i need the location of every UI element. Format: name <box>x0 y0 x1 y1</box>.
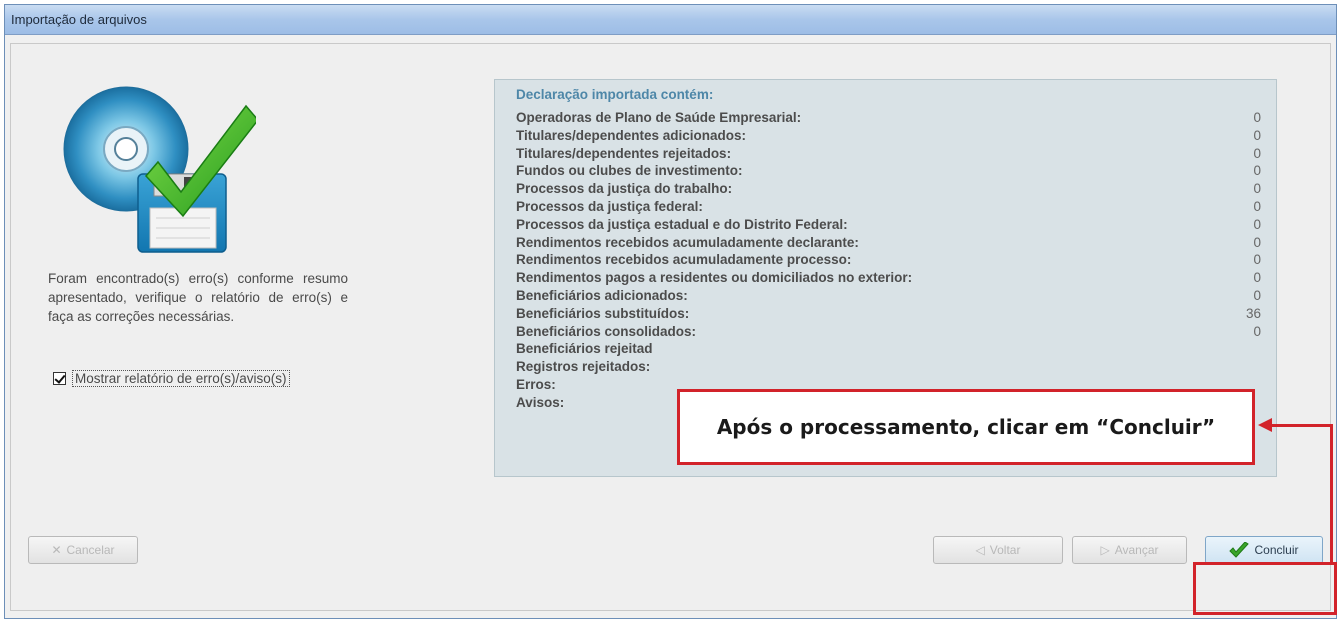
summary-row: Registros rejeitados: <box>516 359 1261 376</box>
back-button[interactable]: ◁ Voltar <box>933 536 1063 564</box>
summary-row-value: 0 <box>1253 199 1261 214</box>
summary-row-label: Processos da justiça federal: <box>516 199 703 214</box>
summary-row: Operadoras de Plano de Saúde Empresarial… <box>516 110 1261 127</box>
next-button[interactable]: ▷ Avançar <box>1072 536 1187 564</box>
cancel-label: Cancelar <box>66 543 115 557</box>
summary-row-label: Rendimentos pagos a residentes ou domici… <box>516 270 913 286</box>
summary-row-label: Fundos ou clubes de investimento: <box>516 163 743 179</box>
dialog-content: Foram encontrado(s) erro(s) conforme res… <box>11 44 1330 552</box>
window-title: Importação de arquivos <box>11 12 147 27</box>
summary-row-label: Rendimentos recebidos acumuladamente pro… <box>516 252 852 268</box>
dialog-body: Foram encontrado(s) erro(s) conforme res… <box>10 43 1331 611</box>
summary-row-value: 0 <box>1253 288 1261 303</box>
button-bar <box>11 567 1330 611</box>
summary-row: Processos da justiça federal: 0 <box>516 199 1261 216</box>
show-report-checkbox-row[interactable]: Mostrar relatório de erro(s)/aviso(s) <box>53 370 290 387</box>
checkmark-icon <box>1229 542 1250 558</box>
disk-success-icon <box>63 86 256 253</box>
summary-row-label: Processos da justiça do trabalho: <box>516 181 733 197</box>
summary-row-value: 0 <box>1253 163 1261 179</box>
summary-row-value: 36 <box>1245 305 1261 321</box>
summary-row-label: Avisos: <box>516 394 565 410</box>
summary-row-label: Erros: <box>516 377 556 392</box>
finish-label: Concluir <box>1254 543 1299 557</box>
summary-row: Beneficiários consolidados: 0 <box>516 324 1261 341</box>
summary-row: Titulares/dependentes adicionados: 0 <box>516 128 1261 145</box>
summary-row-label: Titulares/dependentes adicionados: <box>516 127 747 143</box>
next-label: Avançar <box>1114 543 1159 557</box>
summary-row-value: 0 <box>1253 216 1261 232</box>
summary-row: Titulares/dependentes rejeitados: 0 <box>516 146 1261 163</box>
cancel-icon: ✕ <box>51 543 62 557</box>
summary-row-value: 0 <box>1253 127 1261 143</box>
summary-row: Beneficiários adicionados: 0 <box>516 288 1261 305</box>
error-message: Foram encontrado(s) erro(s) conforme res… <box>48 271 348 324</box>
annotation-connector-vertical <box>1330 424 1333 564</box>
summary-row-label: Beneficiários consolidados: <box>516 323 697 339</box>
back-label: Voltar <box>989 543 1021 557</box>
show-report-checkbox[interactable] <box>53 372 66 385</box>
summary-row: Fundos ou clubes de investimento: 0 <box>516 163 1261 180</box>
summary-row-label: Beneficiários substituídos: <box>516 305 690 321</box>
cancel-button[interactable]: ✕ Cancelar <box>28 536 138 564</box>
summary-row: Beneficiários substituídos: 36 <box>516 306 1261 323</box>
annotation-callout: Após o processamento, clicar em “Conclui… <box>677 389 1255 465</box>
back-arrow-icon: ◁ <box>975 543 985 557</box>
summary-row-value: 0 <box>1253 252 1261 268</box>
finish-button-highlight <box>1193 562 1337 615</box>
summary-row: Rendimentos recebidos acumuladamente dec… <box>516 235 1261 252</box>
next-arrow-icon: ▷ <box>1100 543 1110 557</box>
summary-row-value: 0 <box>1253 181 1261 197</box>
summary-row: Rendimentos pagos a residentes ou domici… <box>516 270 1261 287</box>
summary-row-label: Processos da justiça estadual e do Distr… <box>516 216 848 232</box>
summary-row-value: 0 <box>1253 270 1261 286</box>
annotation-connector-horizontal <box>1270 424 1333 427</box>
summary-row-label: Registros rejeitados: <box>516 359 651 375</box>
summary-row: Rendimentos recebidos acumuladamente pro… <box>516 252 1261 269</box>
summary-row-value: 0 <box>1253 234 1261 250</box>
summary-row-label: Operadoras de Plano de Saúde Empresarial… <box>516 110 802 125</box>
summary-row-label: Beneficiários rejeitad <box>516 341 653 357</box>
summary-row-value: 0 <box>1253 323 1261 339</box>
summary-row-value: 0 <box>1253 145 1261 161</box>
summary-row-value: 0 <box>1253 110 1261 125</box>
import-window: Importação de arquivos Foram encontrado(… <box>4 4 1337 619</box>
annotation-arrow-icon <box>1258 418 1272 432</box>
title-bar[interactable]: Importação de arquivos <box>5 5 1336 35</box>
summary-row-label: Titulares/dependentes rejeitados: <box>516 145 732 161</box>
summary-row: Processos da justiça do trabalho: 0 <box>516 181 1261 198</box>
finish-button[interactable]: Concluir <box>1205 536 1323 564</box>
summary-row: Processos da justiça estadual e do Distr… <box>516 217 1261 234</box>
show-report-label[interactable]: Mostrar relatório de erro(s)/aviso(s) <box>72 370 290 387</box>
summary-row: Beneficiários rejeitad <box>516 341 1261 358</box>
summary-row-label: Beneficiários adicionados: <box>516 288 688 303</box>
summary-row-label: Rendimentos recebidos acumuladamente dec… <box>516 234 859 250</box>
summary-heading: Declaração importada contém: <box>516 87 714 102</box>
